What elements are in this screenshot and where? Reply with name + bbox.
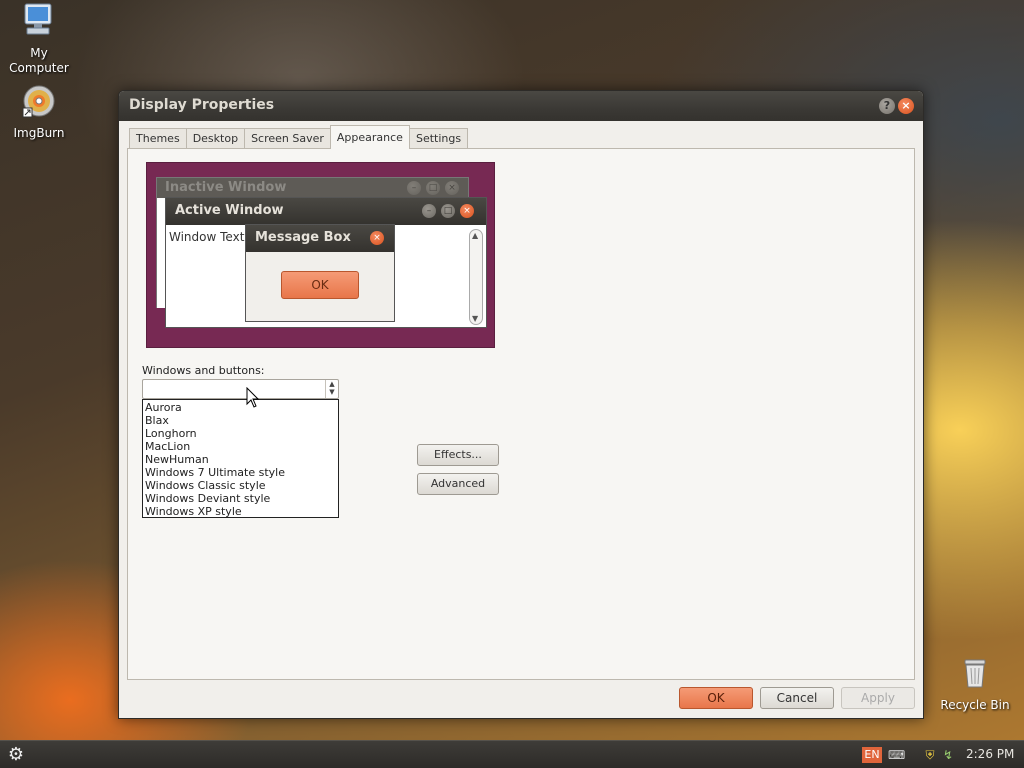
display-properties-window: Display Properties ? × Themes Desktop Sc… <box>118 90 924 719</box>
dropdown-option[interactable]: Windows Deviant style <box>143 492 338 505</box>
tab-desktop[interactable]: Desktop <box>185 128 246 149</box>
dropdown-option[interactable]: Aurora <box>143 401 338 414</box>
tab-themes[interactable]: Themes <box>129 128 187 149</box>
mouse-cursor-icon <box>246 387 260 408</box>
close-button[interactable]: × <box>898 98 914 114</box>
shield-icon[interactable]: ⛨ <box>922 747 938 763</box>
dropdown-option[interactable]: Windows XP style <box>143 505 338 518</box>
taskbar: ⚙ EN ⌨ ⛨ ↯ 2:26 PM <box>0 740 1024 768</box>
tab-settings[interactable]: Settings <box>408 128 469 149</box>
computer-icon <box>0 2 78 42</box>
trash-icon <box>936 656 1014 694</box>
cancel-button[interactable]: Cancel <box>760 687 834 709</box>
disc-icon <box>0 84 78 122</box>
maximize-icon: □ <box>426 181 440 195</box>
help-button[interactable]: ? <box>879 98 895 114</box>
scroll-up-icon: ▲ <box>472 231 479 240</box>
tab-bar: Themes Desktop Screen Saver Appearance S… <box>129 125 469 149</box>
close-icon: × <box>370 231 384 245</box>
effects-button[interactable]: Effects... <box>417 444 499 466</box>
windows-buttons-label: Windows and buttons: <box>142 364 265 377</box>
combo-arrows-icon[interactable]: ▲ ▼ <box>325 380 338 398</box>
dropdown-option[interactable]: Blax <box>143 414 338 427</box>
windows-buttons-dropdown: Aurora Blax Longhorn MacLion NewHuman Wi… <box>142 399 339 518</box>
maximize-icon: □ <box>441 204 455 218</box>
network-icon[interactable]: ↯ <box>940 747 956 763</box>
minimize-icon: – <box>422 204 436 218</box>
window-titlebar[interactable]: Display Properties ? × <box>119 91 923 121</box>
tab-appearance[interactable]: Appearance <box>329 125 410 149</box>
tab-screen-saver[interactable]: Screen Saver <box>244 128 331 149</box>
preview-scrollbar: ▲ ▼ <box>469 229 483 325</box>
keyboard-icon[interactable]: ⌨ <box>888 747 905 763</box>
close-icon: × <box>445 181 459 195</box>
dropdown-option[interactable]: NewHuman <box>143 453 338 466</box>
dropdown-option[interactable]: Windows Classic style <box>143 479 338 492</box>
dropdown-option[interactable]: Windows 7 Ultimate style <box>143 466 338 479</box>
desktop-icon-imgburn[interactable]: ImgBurn <box>0 84 78 141</box>
preview-message-title: Message Box <box>255 230 351 245</box>
preview-active-titlebar: Active Window – □ × <box>166 198 486 225</box>
desktop-icon-label: Recycle Bin <box>940 698 1010 712</box>
windows-buttons-combo[interactable]: ▲ ▼ <box>142 379 339 399</box>
start-menu-icon[interactable]: ⚙ <box>6 745 26 765</box>
minimize-icon: – <box>407 181 421 195</box>
scroll-down-icon: ▼ <box>472 314 479 323</box>
preview-inactive-body <box>157 198 165 308</box>
taskbar-clock[interactable]: 2:26 PM <box>966 747 1014 761</box>
preview-ok-button: OK <box>281 271 359 299</box>
desktop-icon-recycle-bin[interactable]: Recycle Bin <box>936 656 1014 713</box>
desktop-icon-my-computer[interactable]: My Computer <box>0 2 78 76</box>
language-indicator[interactable]: EN <box>862 747 882 763</box>
close-icon: × <box>460 204 474 218</box>
ok-button[interactable]: OK <box>679 687 753 709</box>
dropdown-option[interactable]: MacLion <box>143 440 338 453</box>
apply-button[interactable]: Apply <box>841 687 915 709</box>
desktop-icon-label: ImgBurn <box>13 126 65 140</box>
preview-message-titlebar: Message Box × <box>246 225 394 252</box>
preview-window-text: Window Text <box>169 230 245 244</box>
preview-active-title: Active Window <box>175 203 284 218</box>
preview-inactive-titlebar: Inactive Window – □ × <box>157 178 468 198</box>
preview-message-box: Message Box × OK <box>245 224 395 322</box>
window-title: Display Properties <box>129 97 275 113</box>
appearance-panel: Inactive Window – □ × Active Window – □ … <box>127 148 915 680</box>
desktop-icon-label: My Computer <box>9 46 69 75</box>
preview-inactive-title: Inactive Window <box>165 180 287 195</box>
appearance-preview: Inactive Window – □ × Active Window – □ … <box>146 162 495 348</box>
advanced-button[interactable]: Advanced <box>417 473 499 495</box>
dropdown-option[interactable]: Longhorn <box>143 427 338 440</box>
